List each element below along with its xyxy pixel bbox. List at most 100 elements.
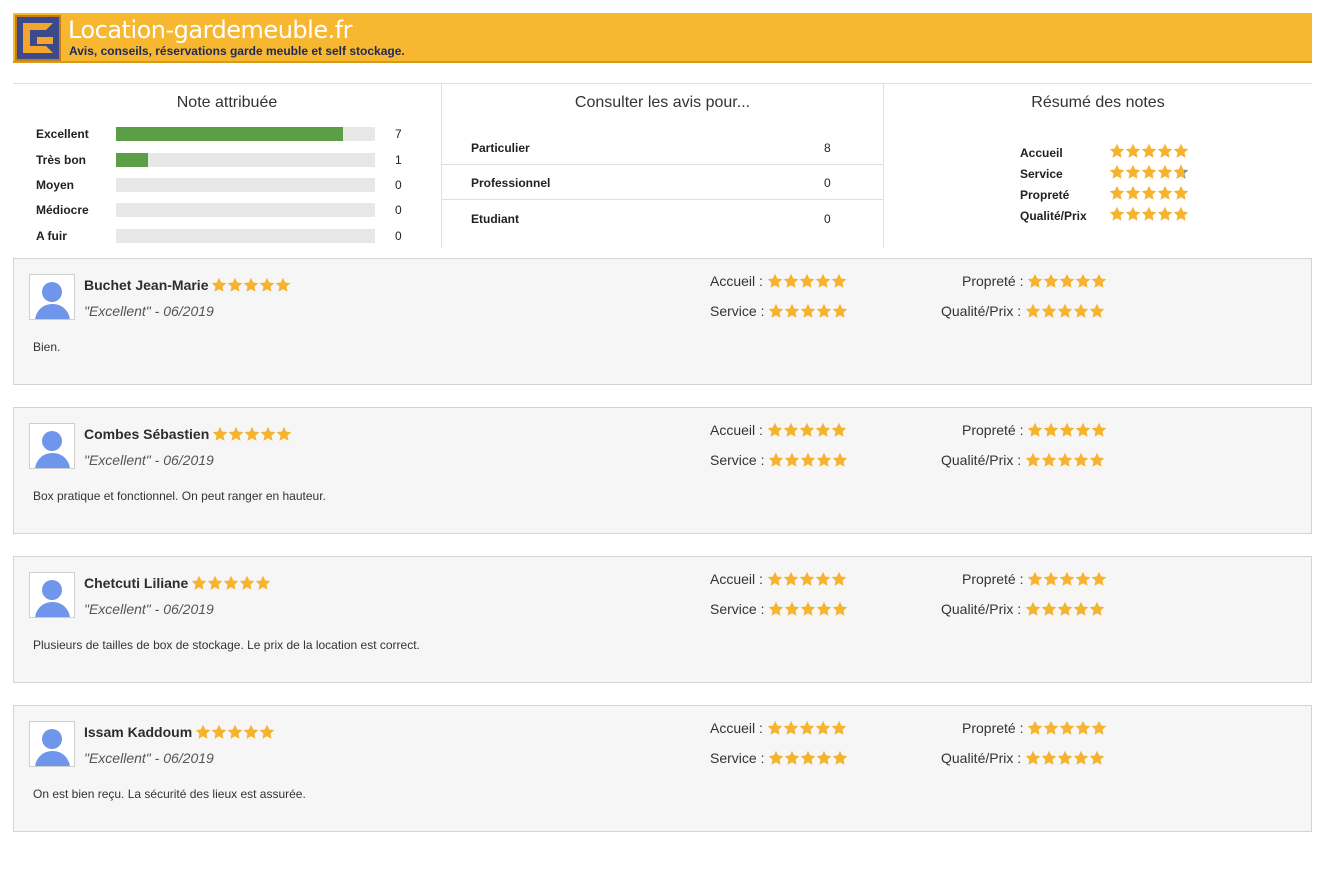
category-label: Professionnel: [471, 176, 551, 190]
star-icon: [255, 575, 271, 591]
resume-row: Accueil: [1020, 143, 1220, 163]
star-icon: [1059, 422, 1075, 438]
star-icon: [275, 277, 291, 293]
star-icon: [1027, 571, 1043, 587]
star-icon: [1141, 164, 1157, 180]
star-icon: [800, 750, 816, 766]
site-title[interactable]: Location-gardemeuble.fr: [68, 16, 353, 44]
note-attribuee-panel: Note attribuée Excellent 7 Très bon 1 Moye…: [13, 84, 441, 248]
star-icon: [1075, 720, 1091, 736]
star-icon: [1109, 185, 1125, 201]
criterion-label: Service :: [710, 750, 765, 766]
star-icon: [1027, 720, 1043, 736]
star-icon: [1089, 452, 1105, 468]
star-icon: [783, 273, 799, 289]
star-icon: [1173, 143, 1189, 159]
criterion-qualite: Qualité/Prix :: [941, 303, 1105, 319]
star-icon: [244, 426, 260, 442]
star-icon: [1059, 273, 1075, 289]
site-logo[interactable]: [15, 15, 61, 61]
star-icon: [228, 426, 244, 442]
star-icon: [1125, 143, 1141, 159]
criterion-label: Propreté :: [962, 571, 1024, 587]
resume-row: Qualité/Prix: [1020, 206, 1220, 226]
review-meta: "Excellent" - 06/2019: [84, 303, 214, 319]
rating-bar-row: Très bon 1: [36, 152, 436, 170]
rating-bar-fill: [116, 153, 149, 167]
star-icon: [1057, 303, 1073, 319]
category-count: 8: [824, 141, 831, 155]
star-icon: [1073, 452, 1089, 468]
review-meta: "Excellent" - 06/2019: [84, 750, 214, 766]
star-icon: [783, 571, 799, 587]
criterion-label: Propreté :: [962, 273, 1024, 289]
star-icon: [1025, 601, 1041, 617]
avatar: [29, 572, 75, 618]
star-icon: [799, 720, 815, 736]
star-icon: [816, 750, 832, 766]
rating-bar-count: 0: [395, 178, 402, 192]
star-icon: [1173, 185, 1189, 201]
star-icon: [1075, 571, 1091, 587]
resume-label: Accueil: [1020, 146, 1063, 160]
star-icon: [831, 571, 847, 587]
star-icon: [1125, 185, 1141, 201]
star-icon: [768, 303, 784, 319]
rating-bar-track: [116, 178, 375, 192]
star-icon: [832, 303, 848, 319]
resume-label: Service: [1020, 167, 1063, 181]
star-icon: [1041, 601, 1057, 617]
star-icon: [207, 575, 223, 591]
consulter-panel: Consulter les avis pour... Particulier 8…: [441, 84, 884, 248]
review-verdict: "Excellent": [84, 750, 151, 766]
rating-bar-count: 1: [395, 153, 402, 167]
reviewer-header: Combes Sébastien: [84, 426, 292, 442]
rating-bar-row: Médiocre 0: [36, 202, 436, 220]
star-icon: [1075, 273, 1091, 289]
category-link-etudiant[interactable]: Etudiant 0: [442, 201, 883, 236]
star-icon: [1043, 273, 1059, 289]
star-icon: [1073, 303, 1089, 319]
criterion-label: Accueil :: [710, 571, 763, 587]
star-icon: [767, 720, 783, 736]
criterion-label: Accueil :: [710, 720, 763, 736]
rating-bar-label: Très bon: [36, 153, 87, 167]
star-icon: [831, 422, 847, 438]
review-text: Plusieurs de tailles de box de stockage.…: [33, 638, 420, 652]
resume-stars: [1109, 185, 1189, 201]
category-link-particulier[interactable]: Particulier 8: [442, 130, 883, 165]
star-icon: [1073, 750, 1089, 766]
rating-bar-label: Moyen: [36, 178, 75, 192]
note-attribuee-title: Note attribuée: [176, 94, 278, 111]
star-icon: [1125, 164, 1141, 180]
star-icon: [799, 422, 815, 438]
star-icon: [767, 273, 783, 289]
star-icon: [831, 273, 847, 289]
category-link-professionnel[interactable]: Professionnel 0: [442, 165, 883, 200]
star-icon: [1173, 206, 1189, 222]
star-icon: [832, 452, 848, 468]
star-icon: [832, 601, 848, 617]
star-icon: [243, 724, 259, 740]
resume-row: Propreté: [1020, 185, 1220, 205]
star-icon: [1041, 452, 1057, 468]
rating-bar-count: 0: [395, 203, 402, 217]
resume-stars: [1109, 206, 1189, 222]
star-icon: [1075, 422, 1091, 438]
star-icon: [260, 426, 276, 442]
review-date: - 06/2019: [154, 601, 214, 617]
criterion-label: Accueil :: [710, 422, 763, 438]
resume-row: Service: [1020, 164, 1220, 184]
reviewer-header: Chetcuti Liliane: [84, 575, 271, 591]
criterion-accueil: Accueil :: [710, 422, 847, 438]
criterion-label: Service :: [710, 303, 765, 319]
star-icon: [832, 750, 848, 766]
star-icon: [767, 422, 783, 438]
reviewer-header: Issam Kaddoum: [84, 724, 275, 740]
star-icon: [227, 277, 243, 293]
star-icon: [815, 571, 831, 587]
star-icon: [1157, 185, 1173, 201]
criterion-accueil: Accueil :: [710, 720, 847, 736]
review-card: Chetcuti Liliane "Excellent" - 06/2019 P…: [13, 556, 1312, 683]
criterion-label: Propreté :: [962, 422, 1024, 438]
